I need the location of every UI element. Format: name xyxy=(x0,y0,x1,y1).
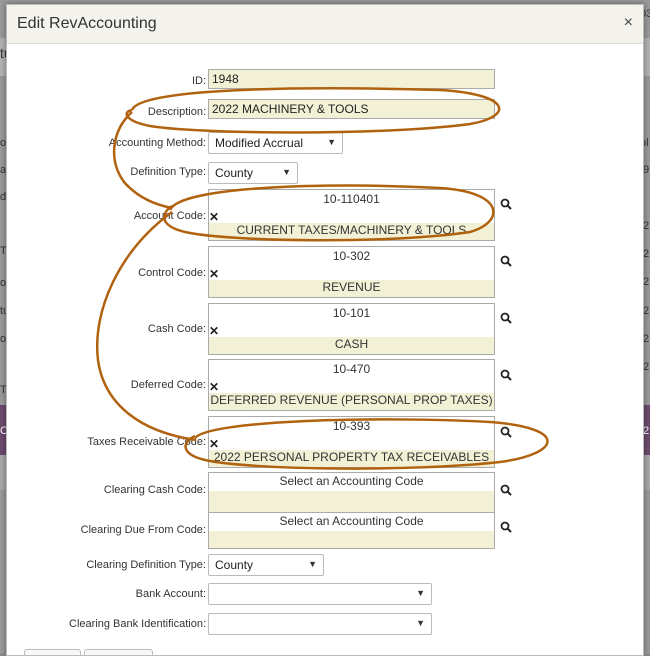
control-code-picker[interactable]: 10-302 REVENUE xyxy=(208,246,495,298)
deferred-code-value: 10-470 xyxy=(332,362,371,376)
clearing-cash-code-placeholder: Select an Accounting Code xyxy=(279,474,424,488)
clearing-bank-identification-select[interactable]: ▼ xyxy=(208,613,432,635)
clearing-due-from-code-picker[interactable]: Select an Accounting Code xyxy=(208,512,495,549)
accounting-method-label: Accounting Method: xyxy=(108,137,206,149)
clear-icon[interactable]: ✕ xyxy=(209,267,219,281)
chevron-down-icon: ▼ xyxy=(282,167,291,177)
definition-type-label: Definition Type: xyxy=(130,166,206,178)
chevron-down-icon: ▼ xyxy=(327,137,336,147)
search-icon[interactable] xyxy=(500,312,512,324)
taxes-receivable-code-label: Taxes Receivable Code: xyxy=(87,436,206,448)
search-icon[interactable] xyxy=(500,255,512,267)
edit-revaccounting-dialog: Edit RevAccounting × ID: 1948 Descriptio… xyxy=(6,4,644,656)
cash-code-description: CASH xyxy=(209,337,494,354)
dialog-title: Edit RevAccounting xyxy=(17,15,157,32)
account-code-value: 10-110401 xyxy=(323,192,380,206)
definition-type-select[interactable]: County ▼ xyxy=(208,162,298,184)
definition-type-value: County xyxy=(215,166,254,180)
clearing-due-from-code-description xyxy=(209,531,494,548)
clear-icon[interactable]: ✕ xyxy=(209,324,219,338)
clearing-definition-type-value: County xyxy=(215,558,254,572)
dialog-titlebar: Edit RevAccounting × xyxy=(7,5,643,44)
clear-icon[interactable]: ✕ xyxy=(209,210,219,224)
control-code-label: Control Code: xyxy=(138,267,206,279)
clearing-due-from-code-label: Clearing Due From Code: xyxy=(80,524,206,536)
search-icon[interactable] xyxy=(500,521,512,533)
search-icon[interactable] xyxy=(500,369,512,381)
clearing-definition-type-select[interactable]: County ▼ xyxy=(208,554,324,576)
chevron-down-icon: ▼ xyxy=(416,588,425,598)
accounting-method-value: Modified Accrual xyxy=(215,136,304,150)
taxes-receivable-code-picker[interactable]: 10-393 2022 PERSONAL PROPERTY TAX RECEIV… xyxy=(208,416,495,468)
id-field[interactable]: 1948 xyxy=(208,69,495,89)
cash-code-value: 10-101 xyxy=(332,306,371,320)
footer-button-left[interactable] xyxy=(24,649,81,655)
accounting-method-select[interactable]: Modified Accrual ▼ xyxy=(208,132,343,154)
clear-icon[interactable]: ✕ xyxy=(209,437,219,451)
account-code-label: Account Code: xyxy=(133,210,206,222)
chevron-down-icon: ▼ xyxy=(308,559,317,569)
search-icon[interactable] xyxy=(500,484,512,496)
account-code-description: CURRENT TAXES/MACHINERY & TOOLS xyxy=(209,223,494,240)
control-code-description: REVENUE xyxy=(209,280,494,297)
cash-code-label: Cash Code: xyxy=(147,323,206,335)
description-field[interactable]: 2022 MACHINERY & TOOLS xyxy=(208,99,495,119)
taxes-receivable-code-description: 2022 PERSONAL PROPERTY TAX RECEIVABLES xyxy=(209,450,494,467)
deferred-code-label: Deferred Code: xyxy=(130,379,206,391)
control-code-value: 10-302 xyxy=(332,249,371,263)
clear-icon[interactable]: ✕ xyxy=(209,380,219,394)
bank-account-label: Bank Account: xyxy=(135,588,206,600)
deferred-code-description: DEFERRED REVENUE (PERSONAL PROP TAXES) xyxy=(209,393,494,410)
account-code-picker[interactable]: 10-110401 CURRENT TAXES/MACHINERY & TOOL… xyxy=(208,189,495,241)
chevron-down-icon: ▼ xyxy=(416,618,425,628)
bank-account-select[interactable]: ▼ xyxy=(208,583,432,605)
clearing-cash-code-label: Clearing Cash Code: xyxy=(103,484,206,496)
cash-code-picker[interactable]: 10-101 CASH xyxy=(208,303,495,355)
footer-button-right[interactable] xyxy=(84,649,153,655)
search-icon[interactable] xyxy=(500,426,512,438)
clearing-definition-type-label: Clearing Definition Type: xyxy=(86,559,206,571)
clearing-bank-identification-label: Clearing Bank Identification: xyxy=(69,618,206,630)
close-icon[interactable]: × xyxy=(624,14,633,32)
id-label: ID: xyxy=(191,75,206,87)
search-icon[interactable] xyxy=(500,198,512,210)
deferred-code-picker[interactable]: 10-470 DEFERRED REVENUE (PERSONAL PROP T… xyxy=(208,359,495,411)
taxes-receivable-code-value: 10-393 xyxy=(332,419,371,433)
clearing-due-from-code-placeholder: Select an Accounting Code xyxy=(209,513,494,532)
description-label: Description: xyxy=(147,106,206,118)
